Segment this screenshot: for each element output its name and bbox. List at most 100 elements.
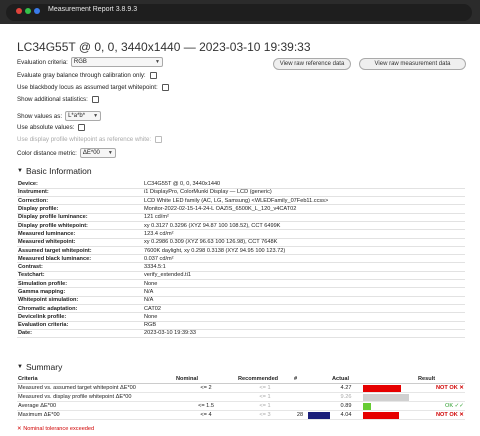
info-row: Whitepoint simulation: N/A: [17, 296, 465, 305]
additional-stats-row: Show additional statistics:: [17, 96, 99, 103]
info-key: Testchart:: [17, 271, 143, 281]
gray-balance-checkbox[interactable]: [149, 72, 157, 79]
summary-count: [293, 392, 307, 402]
additional-stats-label: Show additional statistics:: [17, 96, 88, 103]
evaluation-criteria-select[interactable]: RGB ▼: [70, 57, 163, 67]
summary-swatch-cell: [307, 401, 331, 411]
info-value: xy 0.3127 0.3296 (XYZ 94.87 100 108.52),…: [143, 221, 465, 231]
summary-count: [293, 401, 307, 411]
info-value: xy 0.2986 0.309 (XYZ 96.63 100 126.98), …: [143, 238, 465, 247]
info-key: Gamma mapping:: [17, 287, 143, 297]
info-key: Chromatic adaptation:: [17, 304, 143, 314]
gray-balance-label: Evaluate gray balance through calibratio…: [17, 72, 146, 79]
summary-criteria: Maximum ΔE*00: [17, 410, 175, 420]
report-heading: LC34G55T @ 0, 0, 3440x1440 — 2023-03-10 …: [17, 40, 311, 54]
info-row: Correction: LCD White LED family (AC, LG,…: [17, 196, 465, 206]
display-profile-wp-checkbox: [155, 136, 163, 143]
info-key: Assumed target whitepoint:: [17, 246, 143, 256]
info-key: Display profile whitepoint:: [17, 221, 143, 231]
info-value: 0.037 cd/m²: [143, 254, 465, 264]
summary-criteria: Measured vs. display profile whitepoint …: [17, 392, 175, 402]
evaluation-criteria-label: Evaluation criteria:: [17, 58, 68, 66]
col-criteria: Criteria: [17, 375, 175, 384]
summary-bar-cell: [361, 392, 417, 402]
info-value: N/A: [143, 287, 465, 297]
actual-bar: [363, 384, 401, 392]
info-value: N/A: [143, 296, 465, 305]
close-window-icon[interactable]: [16, 8, 22, 14]
info-row: Measured whitepoint: xy 0.2986 0.309 (XYZ…: [17, 238, 465, 247]
show-values-select[interactable]: L*a*b* ▼: [65, 111, 102, 121]
minimize-window-icon[interactable]: [34, 8, 40, 14]
basic-info-heading: Basic Information: [25, 166, 92, 176]
chevron-down-icon: ▼: [154, 59, 160, 65]
view-raw-measurement-button[interactable]: View raw measurement data: [359, 58, 466, 70]
info-value: 121 cd/m²: [143, 213, 465, 223]
info-key: Display profile luminance:: [17, 213, 143, 223]
info-row: Testchart: verify_extended.ti1: [17, 271, 465, 281]
actual-bar: [363, 411, 399, 419]
summary-toggle[interactable]: ▼ Summary: [17, 362, 62, 372]
col-result: Result: [417, 375, 465, 384]
absolute-values-checkbox[interactable]: [78, 124, 86, 131]
info-value: None: [143, 279, 465, 289]
additional-stats-checkbox[interactable]: [91, 96, 99, 103]
basic-info-table: Device: LC34G55T @ 0, 0, 3440x1440 Instrum…: [17, 180, 465, 339]
info-key: Instrument:: [17, 188, 143, 198]
summary-swatch-cell: [307, 392, 331, 402]
info-key: Date:: [17, 329, 143, 339]
distance-metric-value: ΔE*00: [82, 150, 100, 156]
blackbody-checkbox[interactable]: [161, 84, 169, 91]
info-row: Measured luminance: 123.4 cd/m²: [17, 229, 465, 239]
info-row: Simulation profile: None: [17, 279, 465, 289]
info-row: Chromatic adaptation: CAT02: [17, 304, 465, 314]
info-key: Measured black luminance:: [17, 254, 143, 264]
summary-recommended: <= 1: [237, 392, 293, 402]
summary-row: Maximum ΔE*00 <= 4 <= 3 28 4.04 NOT OK ✕: [17, 410, 465, 420]
summary-actual: 4.27: [331, 383, 361, 393]
summary-recommended: <= 3: [237, 410, 293, 420]
info-key: Whitepoint simulation:: [17, 296, 143, 305]
absolute-values-row: Use absolute values:: [17, 124, 86, 131]
absolute-values-label: Use absolute values:: [17, 124, 75, 131]
info-value: None: [143, 312, 465, 322]
info-value: 3334.5:1: [143, 262, 465, 272]
info-value: LCD White LED family (AC, LG, Samsung) <…: [143, 196, 465, 206]
summary-result: NOT OK ✕: [417, 383, 465, 393]
info-row: Device: LC34G55T @ 0, 0, 3440x1440: [17, 180, 465, 189]
col-nominal: Nominal: [175, 375, 237, 384]
info-value: verify_extended.ti1: [143, 271, 465, 281]
summary-row: Measured vs. display profile whitepoint …: [17, 392, 465, 402]
col-recommended: Recommended: [237, 375, 293, 384]
maximize-window-icon[interactable]: [25, 8, 31, 14]
info-row: Measured black luminance: 0.037 cd/m²: [17, 254, 465, 264]
info-row: Devicelink profile: None: [17, 312, 465, 322]
summary-bar-cell: [361, 401, 417, 411]
info-row: Date: 2023-03-10 19:39:33: [17, 329, 465, 339]
summary-result: [417, 392, 465, 402]
summary-recommended: <= 1: [237, 383, 293, 393]
gray-balance-row: Evaluate gray balance through calibratio…: [17, 72, 157, 79]
info-value: Monitor-2022-02-15-14-24-L OAZIS_6500K_L…: [143, 204, 465, 214]
info-key: Correction:: [17, 196, 143, 206]
summary-heading: Summary: [25, 362, 63, 372]
distance-metric-select[interactable]: ΔE*00 ▼: [79, 148, 116, 158]
basic-info-toggle[interactable]: ▼ Basic Information: [17, 166, 92, 176]
col-actual: Actual: [331, 375, 361, 384]
summary-actual: 4.04: [331, 410, 361, 420]
view-raw-reference-button[interactable]: View raw reference data: [273, 58, 351, 70]
window-title: Measurement Report 3.8.9.3: [48, 6, 138, 13]
info-key: Measured whitepoint:: [17, 238, 143, 247]
collapse-triangle-icon: ▼: [17, 168, 23, 174]
nominal-tolerance-warning: ✕ Nominal tolerance exceeded: [17, 426, 95, 432]
info-row: Evaluation criteria: RGB: [17, 321, 465, 330]
info-key: Contrast:: [17, 262, 143, 272]
distance-metric-row: Color distance metric: ΔE*00 ▼: [17, 148, 116, 158]
summary-row: Average ΔE*00 <= 1.5 <= 1 0.89 OK ✓✓: [17, 401, 465, 411]
summary-nominal: <= 2: [175, 383, 237, 393]
summary-count: 28: [293, 410, 307, 420]
info-row: Instrument: i1 DisplayPro, ColorMunki Dis…: [17, 188, 465, 198]
summary-actual: 9.26: [331, 392, 361, 402]
info-key: Display profile:: [17, 204, 143, 214]
color-swatch: [308, 411, 330, 419]
